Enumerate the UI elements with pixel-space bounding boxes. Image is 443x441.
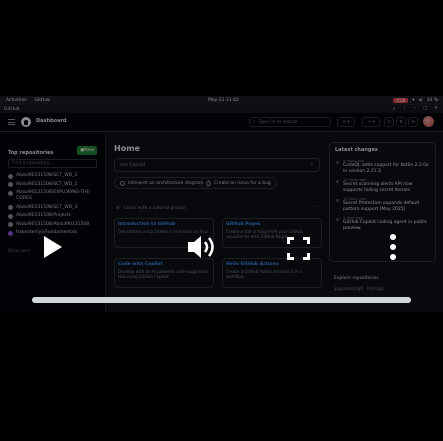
more-vertical-icon[interactable] [390, 234, 398, 264]
video-player[interactable]: Activities GitHub May 21 11:42 0:00 ▾ ◂)… [0, 96, 443, 312]
fullscreen-icon[interactable] [287, 237, 310, 260]
play-icon[interactable] [44, 236, 62, 258]
volume-icon[interactable] [186, 234, 218, 260]
progress-fill [32, 297, 411, 303]
video-overlay[interactable] [0, 96, 443, 312]
progress-bar[interactable] [32, 297, 411, 303]
